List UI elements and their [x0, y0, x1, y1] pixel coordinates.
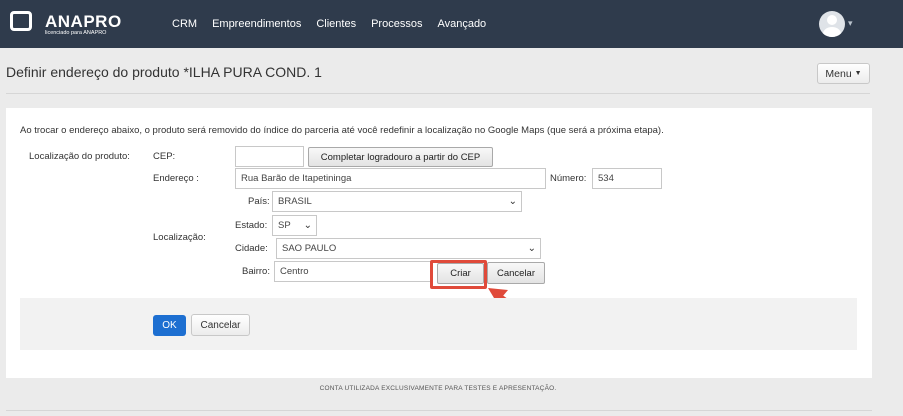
address-input[interactable]: Rua Barão de Itapetininga: [235, 168, 546, 189]
product-location-label: Localização do produto:: [29, 151, 130, 162]
divider: [6, 93, 870, 94]
city-select[interactable]: SAO PAULO ⌄: [276, 238, 541, 259]
chevron-down-icon: ⌄: [303, 220, 312, 231]
info-text: Ao trocar o endereço abaixo, o produto s…: [20, 125, 664, 136]
form-actions-bar: [20, 298, 857, 350]
state-label: Estado:: [235, 220, 268, 231]
number-label: Número:: [550, 173, 587, 184]
location-label: Localização:: [153, 232, 206, 243]
brand-name[interactable]: ANAPRO: [45, 13, 122, 30]
chevron-down-icon[interactable]: ▾: [848, 18, 853, 29]
number-input[interactable]: 534: [592, 168, 662, 189]
brand-tagline: licenciado para ANAPRO: [45, 30, 107, 36]
nav-item-processos[interactable]: Processos: [371, 18, 422, 31]
cancel-button[interactable]: Cancelar: [487, 262, 545, 284]
nav-item-empreendimentos[interactable]: Empreendimentos: [212, 18, 301, 31]
address-label: Endereço :: [153, 173, 199, 184]
neighborhood-input[interactable]: Centro: [274, 261, 432, 282]
nav-item-clientes[interactable]: Clientes: [316, 18, 356, 31]
country-select-value: BRASIL: [278, 196, 312, 207]
top-navbar: ANAPRO licenciado para ANAPRO CRM Empree…: [0, 0, 903, 48]
state-select[interactable]: SP ⌄: [272, 215, 317, 236]
caret-down-icon: ▼: [854, 70, 862, 77]
main-nav: CRM Empreendimentos Clientes Processos A…: [172, 18, 501, 31]
city-select-value: SAO PAULO: [282, 243, 337, 254]
country-select[interactable]: BRASIL ⌄: [272, 191, 522, 212]
chevron-down-icon: ⌄: [508, 196, 517, 207]
menu-button-label: Menu: [825, 67, 852, 80]
cep-label: CEP:: [153, 151, 176, 162]
page-title: Definir endereço do produto *ILHA PURA C…: [6, 64, 322, 80]
nav-item-avancado[interactable]: Avançado: [437, 18, 486, 31]
brand-logo-icon[interactable]: [10, 11, 40, 37]
highlight-box: [430, 260, 487, 289]
user-avatar[interactable]: [819, 11, 845, 37]
cancel-form-button[interactable]: Cancelar: [191, 314, 250, 336]
cep-input[interactable]: [235, 146, 304, 167]
complete-address-button[interactable]: Completar logradouro a partir do CEP: [308, 147, 493, 167]
city-label: Cidade:: [235, 243, 268, 254]
nav-item-crm[interactable]: CRM: [172, 18, 197, 31]
chevron-down-icon: ⌄: [527, 243, 536, 254]
state-select-value: SP: [278, 220, 291, 231]
divider: [6, 410, 872, 411]
ok-button[interactable]: OK: [153, 315, 186, 336]
menu-button[interactable]: Menu ▼: [817, 63, 870, 84]
country-label: País:: [248, 196, 270, 207]
neighborhood-label: Bairro:: [242, 266, 270, 277]
footer-note: CONTA UTILIZADA EXCLUSIVAMENTE PARA TEST…: [319, 385, 557, 392]
